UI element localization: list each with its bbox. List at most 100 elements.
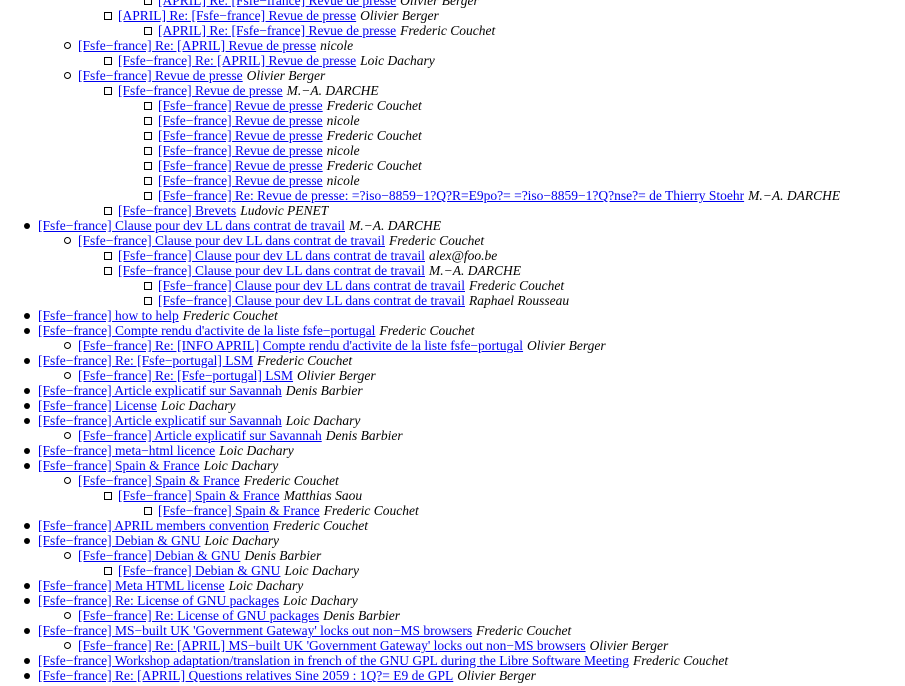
thread-item: [Fsfe−france] Debian & GNU Denis Barbier (0, 548, 905, 563)
thread-item: [Fsfe−france] Re: License of GNU package… (0, 608, 905, 623)
message-author: Frederic Couchet (182, 308, 278, 323)
message-author: nicole (326, 173, 360, 188)
message-subject-link[interactable]: [Fsfe−france] Clause pour dev LL dans co… (118, 263, 425, 278)
message-subject-link[interactable]: [Fsfe−france] Debian & GNU (118, 563, 280, 578)
message-subject-link[interactable]: [Fsfe−france] Debian & GNU (78, 548, 240, 563)
thread-item: [Fsfe−france] Re: [INFO APRIL] Compte re… (0, 338, 905, 353)
message-subject-link[interactable]: [Fsfe−france] Spain & France (158, 503, 320, 518)
disc-bullet-icon (24, 458, 32, 473)
message-author: Loic Dachary (284, 563, 360, 578)
thread-item: [Fsfe−france] Brevets Ludovic PENET (0, 203, 905, 218)
square-bullet-icon (144, 98, 152, 113)
message-subject-link[interactable]: [Fsfe−france] Re: [APRIL] Revue de press… (78, 38, 316, 53)
message-subject-link[interactable]: [Fsfe−france] Spain & France (118, 488, 280, 503)
message-author: Frederic Couchet (257, 353, 353, 368)
message-author: alex@foo.be (429, 248, 498, 263)
message-subject-link[interactable]: [Fsfe−france] Meta HTML license (38, 578, 225, 593)
message-author: Loic Dachary (285, 413, 361, 428)
square-bullet-icon (144, 113, 152, 128)
square-bullet-icon (144, 0, 152, 8)
message-author: Frederic Couchet (633, 653, 729, 668)
thread-item: [Fsfe−france] Clause pour dev LL dans co… (0, 293, 905, 308)
message-subject-link[interactable]: [Fsfe−france] how to help (38, 308, 179, 323)
message-subject-link[interactable]: [Fsfe−france] Revue de presse (158, 158, 323, 173)
square-bullet-icon (104, 53, 112, 68)
disc-bullet-icon (24, 353, 32, 368)
thread-item: [Fsfe−france] Re: Revue de presse: =?iso… (0, 188, 905, 203)
disc-bullet-icon (24, 443, 32, 458)
message-author: Loic Dachary (203, 458, 279, 473)
message-subject-link[interactable]: [Fsfe−france] Re: [APRIL] Revue de press… (118, 53, 356, 68)
disc-bullet-icon (24, 593, 32, 608)
thread-item: [Fsfe−france] Debian & GNU Loic Dachary (0, 533, 905, 548)
circle-bullet-icon (64, 368, 72, 383)
message-subject-link[interactable]: [Fsfe−france] Revue de presse (158, 173, 323, 188)
message-subject-link[interactable]: [Fsfe−france] Re: [Fsfe−portugal] LSM (38, 353, 253, 368)
message-subject-link[interactable]: [Fsfe−france] MS−built UK 'Government Ga… (38, 623, 472, 638)
square-bullet-icon (144, 143, 152, 158)
message-subject-link[interactable]: [Fsfe−france] Compte rendu d'activite de… (38, 323, 375, 338)
message-author: Frederic Couchet (326, 98, 422, 113)
message-subject-link[interactable]: [APRIL] Re: [Fsfe−france] Revue de press… (118, 8, 356, 23)
message-subject-link[interactable]: [Fsfe−france] Revue de presse (158, 98, 323, 113)
message-subject-link[interactable]: [Fsfe−france] Revue de presse (118, 83, 283, 98)
message-subject-link[interactable]: [Fsfe−france] Spain & France (38, 458, 200, 473)
message-subject-link[interactable]: [Fsfe−france] Article explicatif sur Sav… (78, 428, 322, 443)
message-subject-link[interactable]: [Fsfe−france] Clause pour dev LL dans co… (38, 218, 345, 233)
message-author: Olivier Berger (297, 368, 376, 383)
message-subject-link[interactable]: [Fsfe−france] Revue de presse (78, 68, 243, 83)
thread-item: [Fsfe−france] meta−html licence Loic Dach… (0, 443, 905, 458)
thread-item: [Fsfe−france] Re: [Fsfe−portugal] LSM Fre… (0, 353, 905, 368)
square-bullet-icon (104, 248, 112, 263)
message-subject-link[interactable]: [Fsfe−france] Clause pour dev LL dans co… (118, 248, 425, 263)
message-subject-link[interactable]: [Fsfe−france] Article explicatif sur Sav… (38, 383, 282, 398)
message-subject-link[interactable]: [Fsfe−france] Revue de presse (158, 143, 323, 158)
message-subject-link[interactable]: [Fsfe−france] Re: License of GNU package… (78, 608, 319, 623)
message-subject-link[interactable]: [Fsfe−france] APRIL members convention (38, 518, 269, 533)
message-subject-link[interactable]: [Fsfe−france] Brevets (118, 203, 236, 218)
disc-bullet-icon (24, 398, 32, 413)
message-author: Frederic Couchet (476, 623, 572, 638)
message-subject-link[interactable]: [Fsfe−france] Clause pour dev LL dans co… (158, 278, 465, 293)
disc-bullet-icon (24, 413, 32, 428)
thread-item: [Fsfe−france] Clause pour dev LL dans co… (0, 248, 905, 263)
square-bullet-icon (104, 263, 112, 278)
message-author: Loic Dachary (204, 533, 280, 548)
message-subject-link[interactable]: [Fsfe−france] Clause pour dev LL dans co… (78, 233, 385, 248)
message-subject-link[interactable]: [Fsfe−france] Debian & GNU (38, 533, 200, 548)
message-author: nicole (326, 143, 360, 158)
message-subject-link[interactable]: [Fsfe−france] Workshop adaptation/transl… (38, 653, 629, 668)
thread-item: [Fsfe−france] Revue de presse nicole (0, 113, 905, 128)
message-subject-link[interactable]: [Fsfe−france] Re: Revue de presse: =?iso… (158, 188, 744, 203)
message-subject-link[interactable]: [Fsfe−france] Re: License of GNU package… (38, 593, 279, 608)
message-subject-link[interactable]: [Fsfe−france] Re: [Fsfe−portugal] LSM (78, 368, 293, 383)
message-author: M.−A. DARCHE (349, 218, 441, 233)
message-subject-link[interactable]: [APRIL] Re: [Fsfe−france] Revue de press… (158, 0, 396, 8)
message-author: Denis Barbier (323, 608, 401, 623)
disc-bullet-icon (24, 578, 32, 593)
message-subject-link[interactable]: [Fsfe−france] Revue de presse (158, 128, 323, 143)
message-subject-link[interactable]: [Fsfe−france] License (38, 398, 157, 413)
message-author: Loic Dachary (160, 398, 236, 413)
message-author: Ludovic PENET (240, 203, 329, 218)
message-subject-link[interactable]: [Fsfe−france] Re: [APRIL] MS−built UK 'G… (78, 638, 586, 653)
message-subject-link[interactable]: [Fsfe−france] Re: [INFO APRIL] Compte re… (78, 338, 523, 353)
message-subject-link[interactable]: [Fsfe−france] Clause pour dev LL dans co… (158, 293, 465, 308)
message-subject-link[interactable]: [Fsfe−france] Revue de presse (158, 113, 323, 128)
thread-item: [Fsfe−france] Revue de presse Olivier Ber… (0, 68, 905, 83)
message-subject-link[interactable]: [APRIL] Re: [Fsfe−france] Revue de press… (158, 23, 396, 38)
message-subject-link[interactable]: [Fsfe−france] meta−html licence (38, 443, 215, 458)
message-author: Frederic Couchet (389, 233, 485, 248)
thread-item: [Fsfe−france] Spain & France Frederic Cou… (0, 503, 905, 518)
message-author: M.−A. DARCHE (286, 83, 379, 98)
message-author: Frederic Couchet (243, 473, 339, 488)
thread-item: [Fsfe−france] Revue de presse Frederic Co… (0, 158, 905, 173)
message-subject-link[interactable]: [Fsfe−france] Re: [APRIL] Questions rela… (38, 668, 453, 683)
thread-item: [Fsfe−france] License Loic Dachary (0, 398, 905, 413)
thread-item: [Fsfe−france] Revue de presse M.−A. DARCH… (0, 83, 905, 98)
thread-item: [Fsfe−france] Revue de presse Frederic Co… (0, 128, 905, 143)
message-subject-link[interactable]: [Fsfe−france] Spain & France (78, 473, 240, 488)
message-subject-link[interactable]: [Fsfe−france] Article explicatif sur Sav… (38, 413, 282, 428)
thread-item: [Fsfe−france] Compte rendu d'activite de… (0, 323, 905, 338)
message-author: Raphael Rousseau (469, 293, 570, 308)
